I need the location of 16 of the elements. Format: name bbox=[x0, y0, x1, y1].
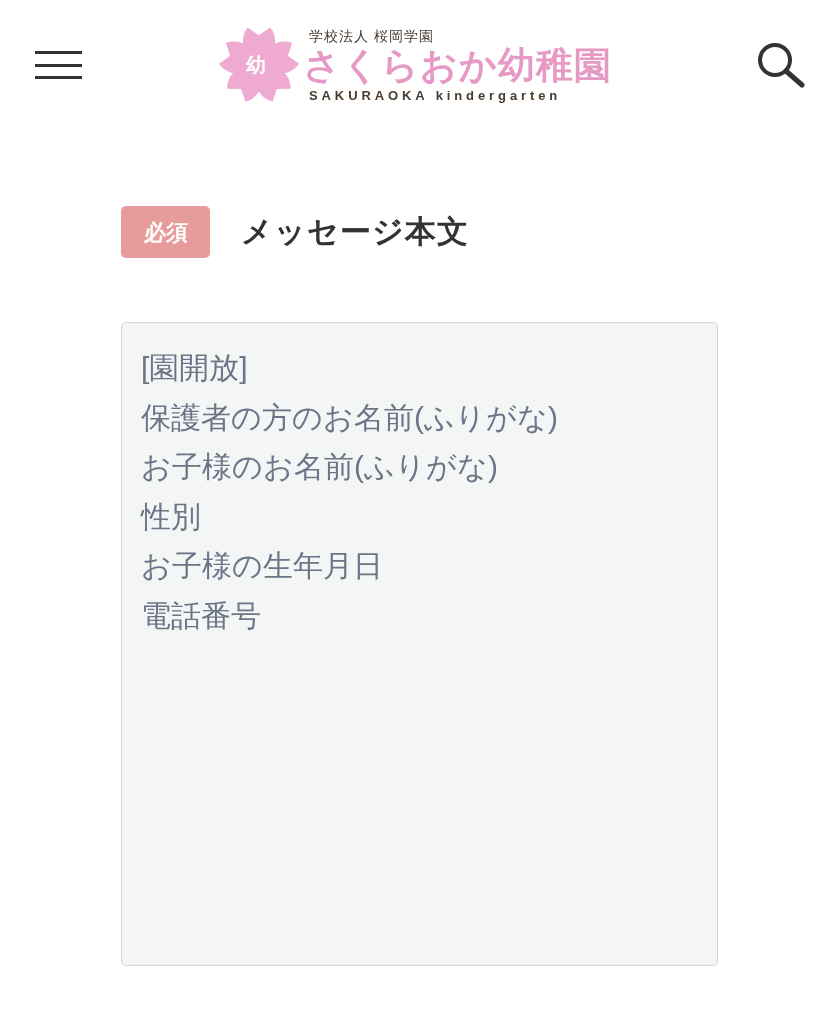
logo-romaji: SAKURAOKA kindergarten bbox=[309, 87, 562, 103]
placeholder-text: お子様の生年月日 bbox=[141, 548, 383, 584]
search-icon[interactable] bbox=[757, 42, 805, 88]
placeholder-text: お子様のお名前(ふりがな) bbox=[141, 449, 498, 485]
placeholder-text: 電話番号 bbox=[141, 597, 261, 634]
site-logo[interactable]: 幼 学校法人 桜岡学園 さくらおか幼稚園 SAKURAOKA kindergarten bbox=[219, 26, 612, 104]
placeholder-text: 性別 bbox=[141, 498, 201, 535]
placeholder-text: 保護者の方のお名前(ふりがな) bbox=[141, 399, 558, 436]
placeholder-text: [園開放] bbox=[141, 350, 248, 386]
logo-name: さくらおか幼稚園 bbox=[303, 43, 612, 88]
emblem-text: 幼 bbox=[246, 54, 266, 76]
required-badge: 必須 bbox=[121, 206, 210, 258]
menu-icon[interactable] bbox=[35, 51, 82, 79]
field-label: メッセージ本文 bbox=[241, 212, 469, 251]
sakura-flower-icon bbox=[219, 26, 299, 104]
logo-subtitle: 学校法人 桜岡学園 bbox=[309, 27, 434, 44]
